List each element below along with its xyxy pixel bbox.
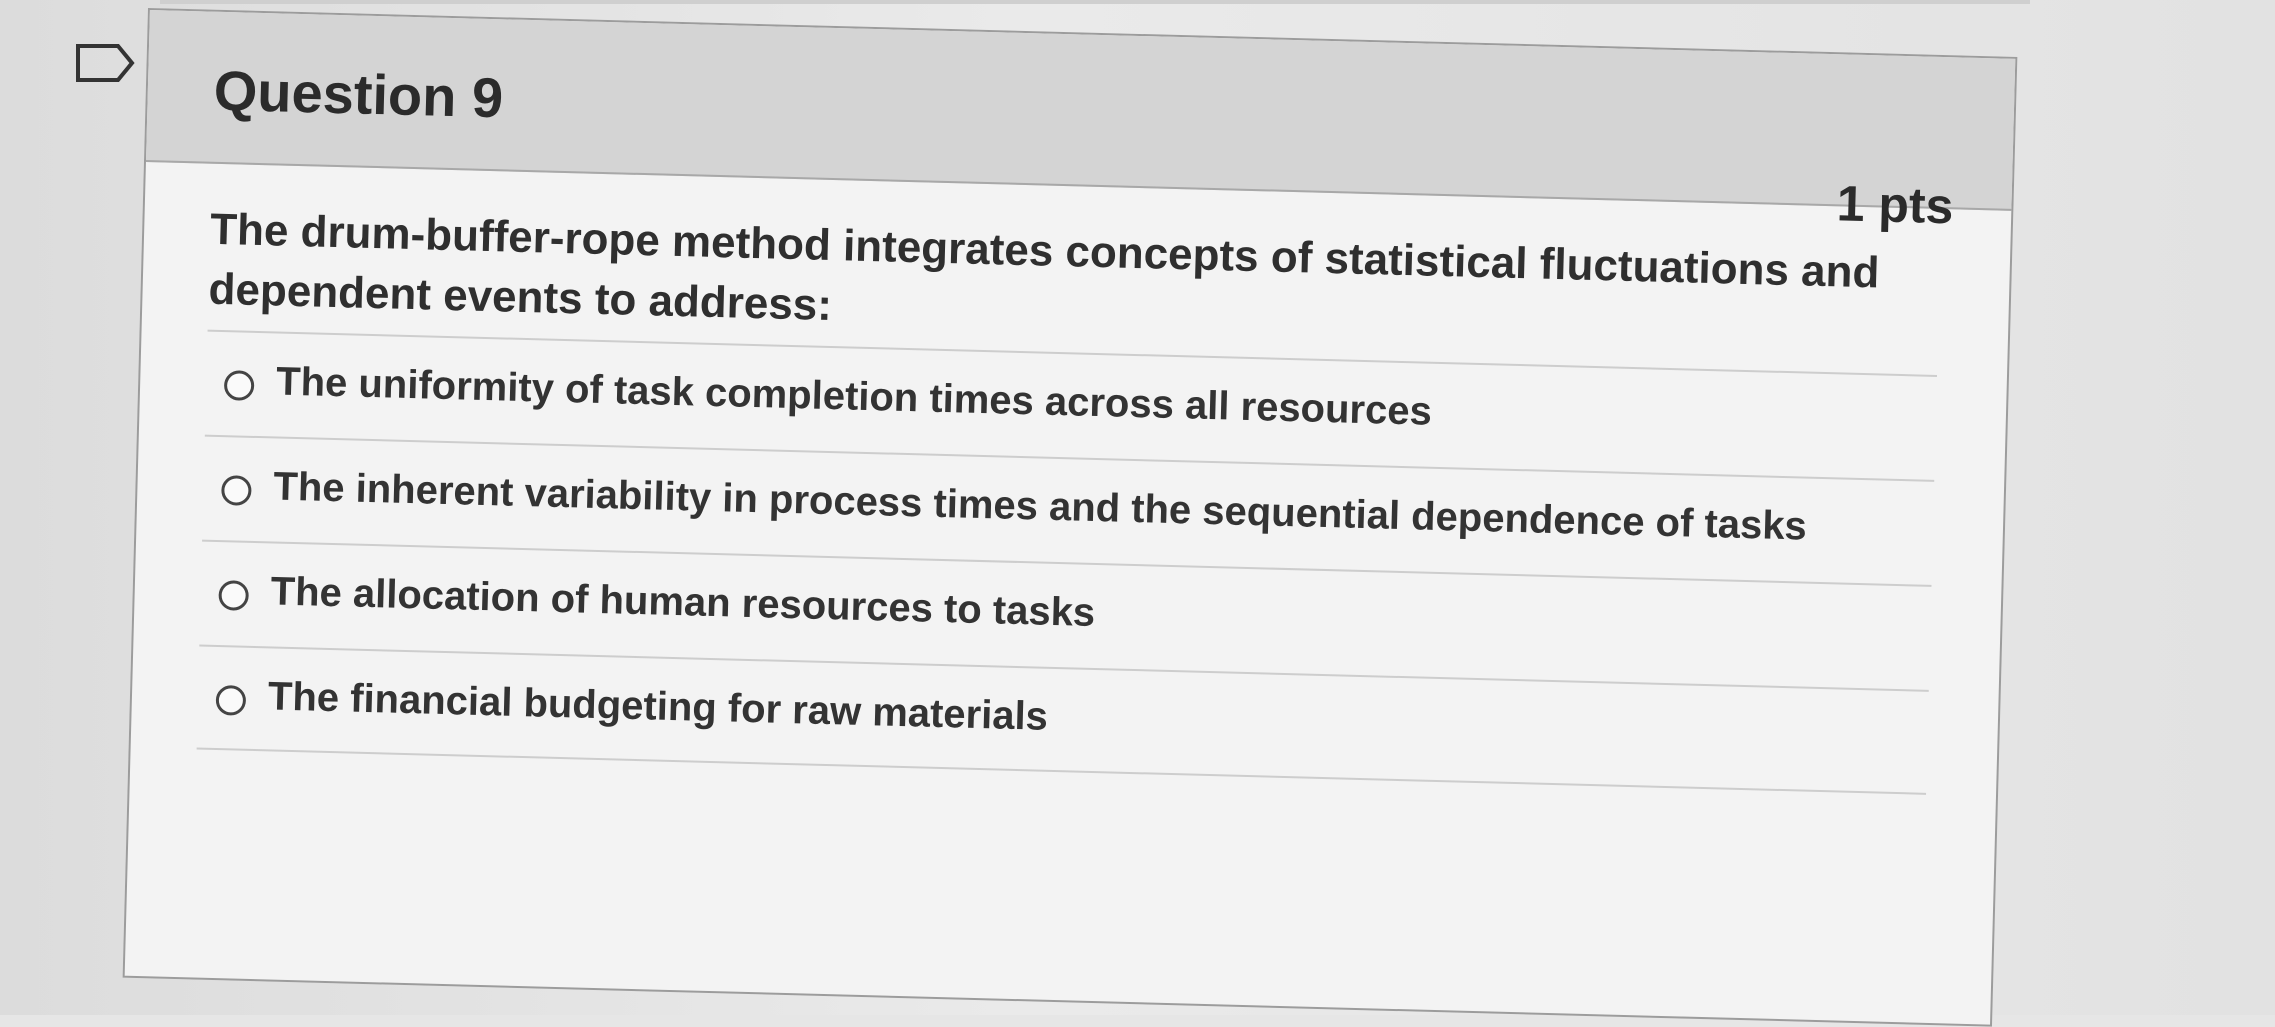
top-divider xyxy=(160,0,2030,4)
radio-button[interactable] xyxy=(223,370,255,401)
answer-label: The uniformity of task completion times … xyxy=(275,359,1433,434)
question-card: Question 9 1 pts The drum-buffer-rope me… xyxy=(122,8,2018,1027)
answer-label: The allocation of human resources to tas… xyxy=(270,569,1096,635)
flag-question-icon[interactable] xyxy=(74,42,138,84)
question-title: Question 9 xyxy=(213,58,504,130)
radio-button[interactable] xyxy=(221,475,252,506)
question-points: 1 pts xyxy=(1836,175,1955,235)
answer-list: The uniformity of task completion times … xyxy=(196,329,1938,795)
answer-label: The inherent variability in process time… xyxy=(272,464,1808,549)
quiz-page: Question 9 1 pts The drum-buffer-rope me… xyxy=(0,0,2275,1027)
radio-button[interactable] xyxy=(215,685,247,716)
question-header: Question 9 xyxy=(145,10,2016,211)
answer-label: The financial budgeting for raw material… xyxy=(267,674,1049,739)
radio-button[interactable] xyxy=(218,580,250,611)
